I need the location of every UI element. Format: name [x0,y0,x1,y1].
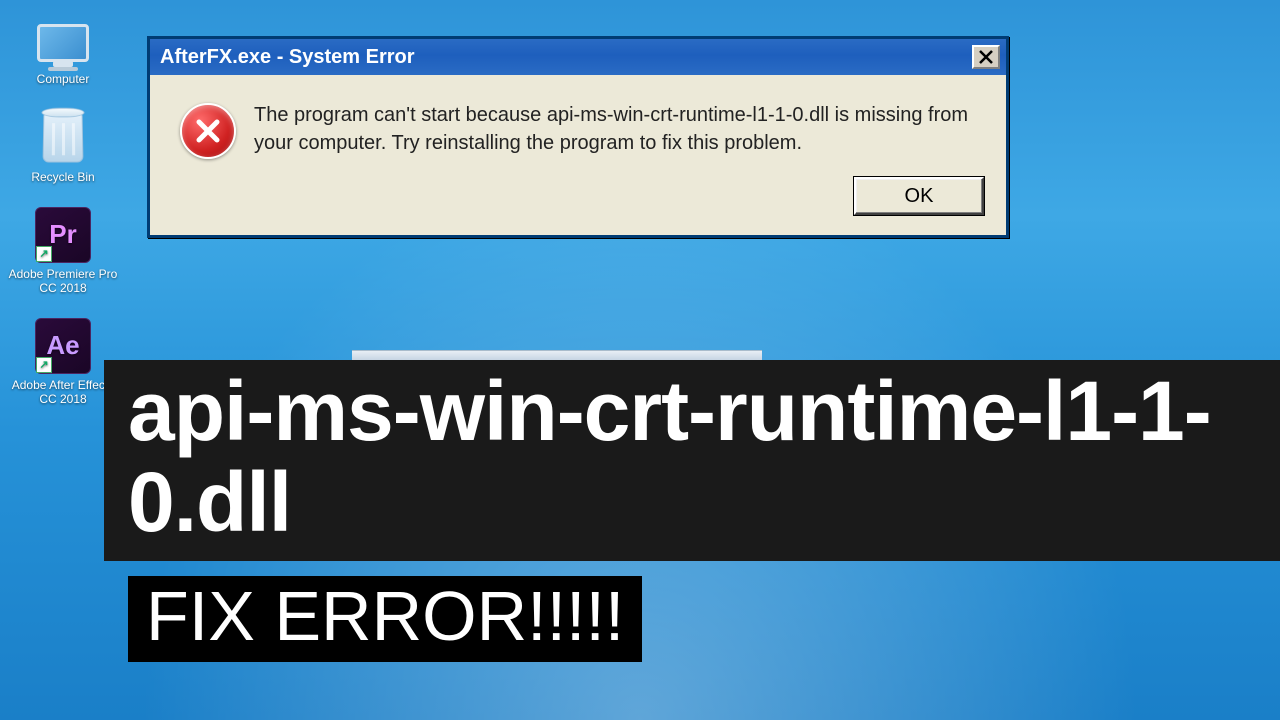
dialog-content: The program can't start because api-ms-w… [150,75,1006,167]
ok-button[interactable]: OK [854,177,984,215]
shortcut-arrow-icon: ↗ [36,246,52,262]
desktop-icon-premiere[interactable]: Pr ↗ Adobe Premiere Pro CC 2018 [8,207,118,296]
overlay-text-dll: api-ms-win-crt-runtime-l1-1-0.dll [104,360,1280,561]
recycle-bin-icon [39,108,87,166]
taskbar-fragment [352,350,762,360]
icon-label: Adobe Premiere Pro CC 2018 [8,267,118,296]
icon-label: Computer [8,72,118,86]
close-icon [978,49,994,65]
premiere-icon: Pr ↗ [35,207,91,263]
desktop-icons: Computer Recycle Bin Pr ↗ Adobe Premiere… [8,18,118,428]
desktop-icon-after-effects[interactable]: Ae ↗ Adobe After Effects CC 2018 [8,318,118,407]
error-icon [180,103,236,159]
desktop-icon-recycle-bin[interactable]: Recycle Bin [8,108,118,184]
icon-label: Adobe After Effects CC 2018 [8,378,118,407]
dialog-message: The program can't start because api-ms-w… [254,101,984,159]
dialog-title: AfterFX.exe - System Error [160,46,972,69]
dialog-buttons: OK [150,167,1006,235]
icon-label: Recycle Bin [8,170,118,184]
dialog-titlebar[interactable]: AfterFX.exe - System Error [150,39,1006,75]
shortcut-arrow-icon: ↗ [36,357,52,373]
after-effects-icon: Ae ↗ [35,318,91,374]
close-button[interactable] [972,45,1000,69]
error-dialog: AfterFX.exe - System Error The program c… [147,36,1009,238]
computer-icon [34,18,92,68]
desktop-icon-computer[interactable]: Computer [8,18,118,86]
overlay-text-fix: FIX ERROR!!!!! [128,576,642,662]
